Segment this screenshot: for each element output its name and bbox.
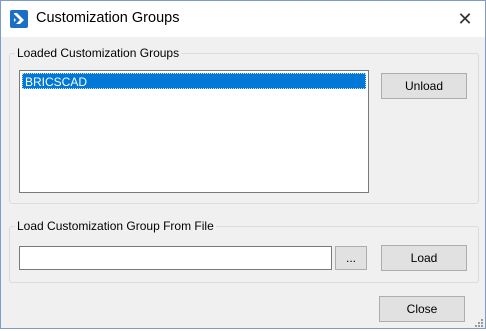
bricscad-app-icon [10, 10, 28, 28]
resize-grip-icon[interactable] [474, 317, 484, 327]
title-bar: Customization Groups ✕ [1, 1, 485, 37]
load-file-legend: Load Customization Group From File [15, 219, 216, 233]
list-item[interactable]: BRICSCAD [22, 73, 366, 89]
window-title: Customization Groups [36, 10, 180, 26]
dialog-window: Customization Groups ✕ Loaded Customizat… [0, 0, 486, 329]
loaded-groups-list[interactable]: BRICSCAD [19, 70, 369, 193]
loaded-groups-legend: Loaded Customization Groups [15, 46, 182, 60]
browse-button[interactable]: ... [335, 246, 367, 270]
close-button[interactable]: Close [379, 296, 465, 322]
load-button[interactable]: Load [381, 245, 467, 271]
close-icon[interactable]: ✕ [450, 4, 480, 34]
file-path-input[interactable] [19, 246, 332, 270]
unload-button[interactable]: Unload [381, 73, 467, 99]
